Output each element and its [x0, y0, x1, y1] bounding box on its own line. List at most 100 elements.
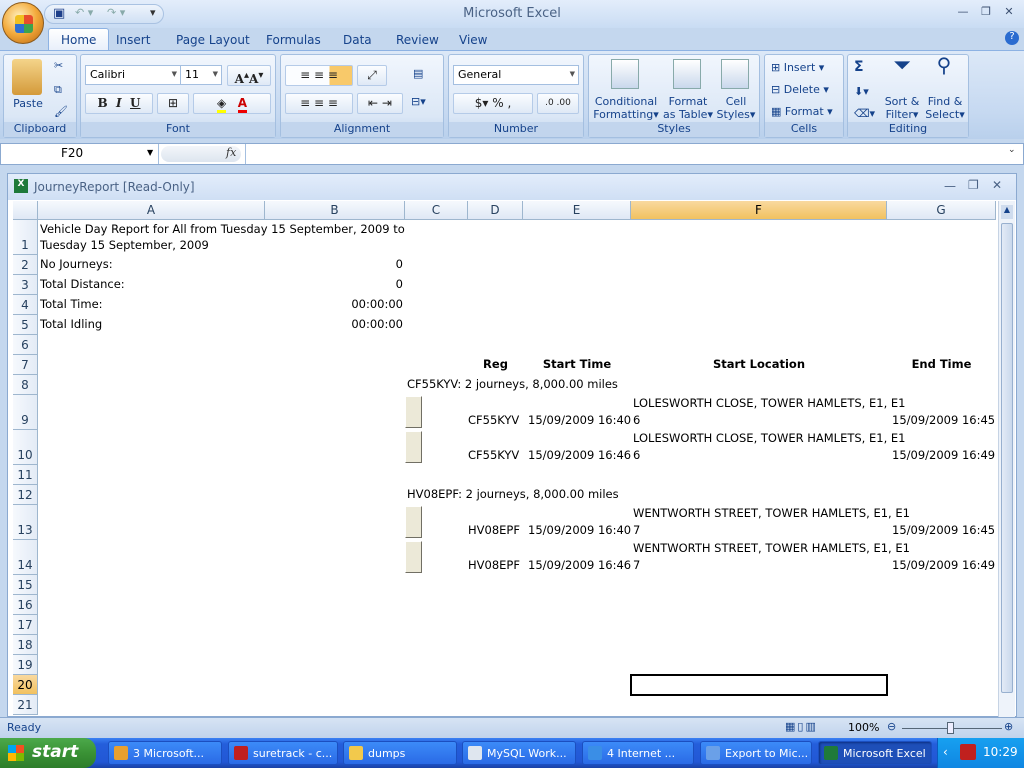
row-header-16[interactable]: 16 [13, 595, 38, 615]
redo-icon[interactable]: ↷ ▾ [107, 6, 125, 19]
column-header-e[interactable]: E [523, 201, 631, 220]
cell-styles-button[interactable]: Cell Styles▾ [715, 95, 757, 121]
row-header-21[interactable]: 21 [13, 695, 38, 715]
row-action-button[interactable] [405, 431, 422, 463]
sort-filter-button[interactable]: Sort & Filter▾ [882, 95, 922, 121]
row-header-10[interactable]: 10 [13, 430, 38, 465]
delete-cells-button[interactable]: ⊟ Delete ▾ [771, 83, 829, 96]
copy-icon[interactable]: ⧉ [54, 83, 62, 96]
fill-font-color-buttons[interactable]: ◈ A [193, 93, 271, 114]
expand-formula-bar-icon[interactable]: ⌄ [1008, 145, 1016, 155]
column-header-a[interactable]: A [38, 201, 265, 220]
wrap-text-icon[interactable]: ▤ [413, 67, 423, 80]
tray-expand-icon[interactable]: ‹ [943, 745, 948, 759]
name-box[interactable]: F20 ▼ [1, 144, 159, 164]
save-icon[interactable]: ▣ [53, 6, 65, 21]
wb-restore-button[interactable]: ❐ [968, 178, 979, 192]
row-header-18[interactable]: 18 [13, 635, 38, 655]
customize-qat-icon[interactable]: ▾ [150, 6, 156, 19]
merge-center-icon[interactable]: ⊟▾ [411, 95, 426, 108]
office-button[interactable] [2, 2, 44, 44]
scrollbar-thumb[interactable] [1001, 223, 1013, 693]
font-name-select[interactable]: Calibri ▼ [85, 65, 181, 85]
fill-icon[interactable]: ⬇▾ [854, 85, 869, 98]
row-header-20[interactable]: 20 [13, 675, 38, 695]
autosum-button[interactable]: Σ [854, 60, 864, 74]
font-size-buttons[interactable]: A▴A▾ [227, 65, 271, 86]
tab-formulas[interactable]: Formulas [266, 33, 321, 47]
tab-page-layout[interactable]: Page Layout [176, 33, 250, 47]
column-header-g[interactable]: G [887, 201, 996, 220]
taskbar-item[interactable]: 3 Microsoft... [108, 741, 222, 765]
row-header-17[interactable]: 17 [13, 615, 38, 635]
zoom-in-button[interactable]: ⊕ [1004, 720, 1013, 733]
column-header-d[interactable]: D [468, 201, 523, 220]
zoom-level[interactable]: 100% [848, 721, 879, 734]
help-icon[interactable]: ? [1005, 31, 1019, 45]
row-header-15[interactable]: 15 [13, 575, 38, 595]
conditional-formatting-button[interactable]: Conditional Formatting▾ [591, 95, 661, 121]
vertical-scrollbar[interactable]: ▲ [998, 201, 1015, 717]
indent-buttons[interactable]: ⇤ ⇥ [357, 93, 403, 114]
tab-review[interactable]: Review [396, 33, 439, 47]
format-as-table-button[interactable]: Format as Table▾ [661, 95, 715, 121]
row-action-button[interactable] [405, 541, 422, 573]
taskbar-item[interactable]: dumps [343, 741, 457, 765]
tab-home[interactable]: Home [48, 28, 110, 52]
insert-cells-button[interactable]: ⊞ Insert ▾ [771, 61, 824, 74]
scroll-up-icon[interactable]: ▲ [1001, 205, 1013, 219]
paste-button[interactable]: Paste [8, 97, 48, 110]
row-header-11[interactable]: 11 [13, 465, 38, 485]
vertical-align-buttons[interactable]: ≡ ≡ ≡ [285, 65, 353, 86]
select-all-corner[interactable] [13, 201, 38, 220]
close-button[interactable]: ✕ [1001, 5, 1017, 19]
formula-input[interactable] [245, 144, 1007, 164]
decimal-buttons[interactable]: .0 .00 [537, 93, 579, 114]
row-action-button[interactable] [405, 506, 422, 538]
cell-styles-icon[interactable] [721, 59, 749, 89]
row-header-13[interactable]: 13 [13, 505, 38, 540]
row-header-2[interactable]: 2 [13, 255, 38, 275]
binoculars-icon[interactable]: ⚲ [930, 55, 958, 75]
taskbar-item[interactable]: Export to Mic... [700, 741, 812, 765]
tray-app-icon[interactable] [960, 744, 976, 760]
wb-close-button[interactable]: ✕ [992, 178, 1002, 192]
find-select-button[interactable]: Find & Select▾ [924, 95, 966, 121]
column-header-b[interactable]: B [265, 201, 405, 220]
zoom-slider-thumb[interactable] [947, 722, 954, 734]
row-header-1[interactable]: 1 [13, 220, 38, 255]
wb-minimize-button[interactable]: — [944, 179, 956, 193]
row-header-6[interactable]: 6 [13, 335, 38, 355]
insert-function-button[interactable]: fx [226, 146, 236, 159]
font-size-select[interactable]: 11 ▼ [180, 65, 222, 85]
number-format-select[interactable]: General ▼ [453, 65, 579, 85]
taskbar-item[interactable]: suretrack - c... [228, 741, 338, 765]
conditional-formatting-icon[interactable] [611, 59, 639, 89]
undo-icon[interactable]: ↶ ▾ [75, 6, 93, 19]
row-header-14[interactable]: 14 [13, 540, 38, 575]
row-header-9[interactable]: 9 [13, 395, 38, 430]
tab-view[interactable]: View [459, 33, 487, 47]
taskbar-item[interactable]: Microsoft Excel [818, 741, 932, 765]
row-header-7[interactable]: 7 [13, 355, 38, 375]
row-header-3[interactable]: 3 [13, 275, 38, 295]
minimize-button[interactable]: — [955, 5, 971, 19]
column-header-f[interactable]: F [631, 201, 887, 220]
horizontal-align-buttons[interactable]: ≡ ≡ ≡ [285, 93, 353, 114]
selected-cell-f20[interactable] [630, 674, 888, 696]
taskbar-item[interactable]: 4 Internet ... [582, 741, 694, 765]
paste-icon[interactable] [12, 59, 42, 95]
restore-button[interactable]: ❐ [978, 5, 994, 19]
zoom-out-button[interactable]: ⊖ [887, 720, 896, 733]
orientation-button[interactable]: ⤢ [357, 65, 387, 86]
row-action-button[interactable] [405, 396, 422, 428]
spreadsheet-grid[interactable]: A B C D E F G 1 2 3 4 5 6 7 8 9 10 11 12 13 14 15 16 17 18 19 20 21… [13, 201, 998, 717]
format-painter-icon[interactable]: 🖌 [54, 105, 68, 118]
row-header-19[interactable]: 19 [13, 655, 38, 675]
start-button[interactable]: start [0, 738, 96, 768]
row-header-4[interactable]: 4 [13, 295, 38, 315]
tab-insert[interactable]: Insert [116, 33, 150, 47]
taskbar-item[interactable]: MySQL Work... [462, 741, 576, 765]
format-as-table-icon[interactable] [673, 59, 701, 89]
borders-button[interactable]: ⊞ [157, 93, 189, 114]
